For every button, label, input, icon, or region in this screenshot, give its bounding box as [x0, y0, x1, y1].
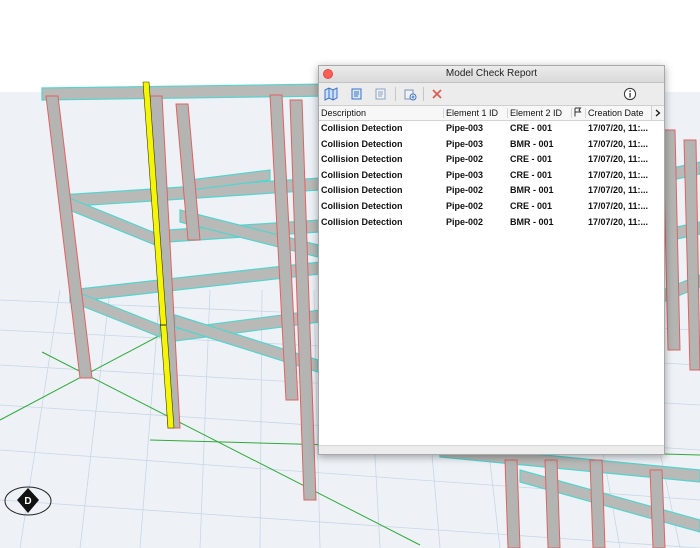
cell-element2-id: BMR - 001 — [510, 138, 554, 149]
cell-description: Collision Detection — [321, 169, 403, 180]
cell-description: Collision Detection — [321, 123, 403, 133]
cell-creation-date: 17/07/20, 11:... — [588, 185, 649, 196]
cell-element2-id: CRE - 001 — [510, 200, 553, 211]
model-check-report-window: Model Check Report Description Element 1… — [318, 65, 665, 455]
filter-dim-icon[interactable] — [373, 86, 389, 102]
cell-creation-date: 17/07/20, 11:... — [588, 200, 649, 211]
flag-icon — [574, 107, 582, 117]
cell-creation-date: 17/07/20, 11:... — [588, 138, 649, 149]
column-header-creation-date[interactable]: Creation Date — [588, 106, 644, 120]
table-row[interactable]: Collision Detection Pipe-002 BMR - 001 17/0… — [319, 215, 664, 231]
cell-element2-id: CRE - 001 — [510, 123, 553, 133]
add-icon[interactable] — [402, 86, 418, 102]
toolbar-separator — [395, 87, 396, 101]
info-icon[interactable] — [622, 86, 638, 102]
cell-element1-id: Pipe-002 — [446, 185, 484, 196]
table-row[interactable]: Collision Detection Pipe-002 CRE - 001 17/0… — [319, 199, 664, 215]
toolbar-separator — [423, 87, 424, 101]
report-table-body: Collision Detection Pipe-003 CRE - 001 17/0… — [319, 121, 664, 230]
table-row[interactable]: Collision Detection Pipe-003 CRE - 001 17/0… — [319, 168, 664, 184]
column-header-description[interactable]: Description — [321, 106, 366, 120]
cell-creation-date: 17/07/20, 11:... — [588, 123, 649, 133]
column-header-element2[interactable]: Element 2 ID — [510, 106, 562, 120]
table-row[interactable]: Collision Detection Pipe-002 BMR - 001 17/0… — [319, 183, 664, 199]
table-row[interactable]: Collision Detection Pipe-003 CRE - 001 17/0… — [319, 121, 664, 137]
cell-description: Collision Detection — [321, 154, 403, 165]
table-row[interactable]: Collision Detection Pipe-003 BMR - 001 17/0… — [319, 137, 664, 153]
column-header-flag[interactable] — [574, 106, 582, 120]
scroll-right-arrow[interactable] — [651, 106, 664, 120]
cell-element2-id: CRE - 001 — [510, 169, 553, 180]
cell-description: Collision Detection — [321, 138, 403, 149]
cell-element1-id: Pipe-002 — [446, 216, 484, 227]
cell-description: Collision Detection — [321, 216, 403, 227]
marker-label: D — [24, 496, 31, 507]
cell-creation-date: 17/07/20, 11:... — [588, 169, 649, 180]
cell-element2-id: BMR - 001 — [510, 216, 554, 227]
cell-element1-id: Pipe-002 — [446, 200, 484, 211]
cell-element1-id: Pipe-003 — [446, 169, 484, 180]
filter-icon[interactable] — [349, 86, 365, 102]
close-button[interactable] — [323, 69, 333, 79]
cell-element1-id: Pipe-003 — [446, 138, 484, 149]
window-title: Model Check Report — [445, 68, 538, 79]
cell-creation-date: 17/07/20, 11:... — [588, 216, 649, 227]
cell-element2-id: CRE - 001 — [510, 154, 553, 165]
cell-description: Collision Detection — [321, 185, 403, 196]
cell-element1-id: Pipe-002 — [446, 154, 484, 165]
cell-element2-id: BMR - 001 — [510, 185, 554, 196]
column-header-element1[interactable]: Element 1 ID — [446, 106, 498, 120]
table-header: Description Element 1 ID Element 2 ID Cr… — [319, 106, 664, 121]
cell-creation-date: 17/07/20, 11:... — [588, 154, 649, 165]
window-bottom-bar — [319, 445, 664, 454]
table-row[interactable]: Collision Detection Pipe-002 CRE - 001 17/0… — [319, 152, 664, 168]
window-titlebar[interactable]: Model Check Report — [319, 66, 664, 83]
chevron-right-icon — [655, 109, 661, 117]
cell-description: Collision Detection — [321, 200, 403, 211]
map-icon[interactable] — [323, 86, 339, 102]
toolbar — [319, 83, 664, 106]
cell-element1-id: Pipe-003 — [446, 123, 484, 133]
delete-icon[interactable] — [429, 86, 445, 102]
